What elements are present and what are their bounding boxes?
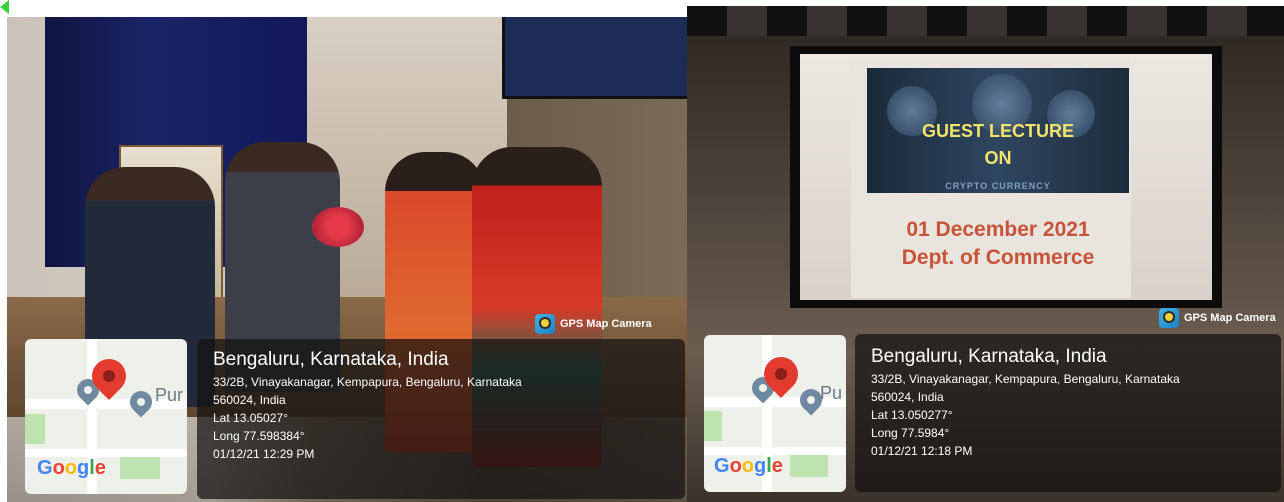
gps-map-camera-badge: GPS Map Camera	[1159, 308, 1276, 328]
longitude: Long 77.598384°	[213, 429, 305, 443]
map-road	[25, 449, 187, 457]
address-line-2: 560024, India	[871, 390, 944, 404]
slide-title-line1: GUEST LECTURE	[921, 121, 1074, 141]
flower-bouquet	[312, 207, 364, 247]
timestamp: 01/12/21 12:18 PM	[871, 444, 973, 458]
gps-map-camera-badge: GPS Map Camera	[535, 314, 652, 334]
latitude: Lat 13.050277°	[871, 408, 953, 422]
location-info: Bengaluru, Karnataka, India 33/2B, Vinay…	[213, 349, 522, 461]
event-photo-right: GUEST LECTURE ON CRYPTO CURRENCY 01 Dece…	[687, 6, 1284, 502]
location-map: Pur Google	[25, 339, 187, 494]
google-logo: Google	[714, 455, 783, 477]
slide-title-line2: ON	[984, 148, 1012, 168]
gps-badge-label: GPS Map Camera	[1184, 312, 1276, 324]
map-road	[704, 447, 846, 455]
latitude: Lat 13.05027°	[213, 411, 288, 425]
projector-screen	[502, 17, 687, 99]
slide-date: 01 December 2021	[906, 218, 1090, 241]
gps-badge-label: GPS Map Camera	[560, 318, 652, 330]
ceiling-lights	[687, 6, 1284, 36]
map-park	[790, 455, 828, 477]
address-line-2: 560024, India	[213, 393, 286, 407]
slide-dept: Dept. of Commerce	[901, 246, 1095, 269]
nearby-place-icon	[125, 386, 157, 418]
slide-subtitle: CRYPTO CURRENCY	[945, 181, 1051, 191]
map-park	[120, 457, 160, 479]
location-city: Bengaluru, Karnataka, India	[871, 346, 1107, 367]
event-photo-left: GPS Map Camera Pur Google Bengaluru, Kar…	[7, 17, 687, 502]
corner-arrow-icon	[0, 0, 9, 14]
map-park	[25, 414, 45, 444]
address-line-1: 33/2B, Vinayakanagar, Kempapura, Bengalu…	[871, 372, 1180, 386]
longitude: Long 77.5984°	[871, 426, 950, 440]
map-park	[704, 411, 722, 441]
gps-camera-icon	[1159, 308, 1179, 328]
location-city: Bengaluru, Karnataka, India	[213, 349, 449, 370]
map-place-label: Pu	[820, 383, 843, 403]
address-line-1: 33/2B, Vinayakanagar, Kempapura, Bengalu…	[213, 375, 522, 389]
location-map: Pu Google	[704, 335, 846, 492]
gps-camera-icon	[535, 314, 555, 334]
map-place-label: Pur	[155, 385, 184, 405]
location-info: Bengaluru, Karnataka, India 33/2B, Vinay…	[871, 346, 1180, 458]
timestamp: 01/12/21 12:29 PM	[213, 447, 315, 461]
google-logo: Google	[37, 457, 106, 479]
